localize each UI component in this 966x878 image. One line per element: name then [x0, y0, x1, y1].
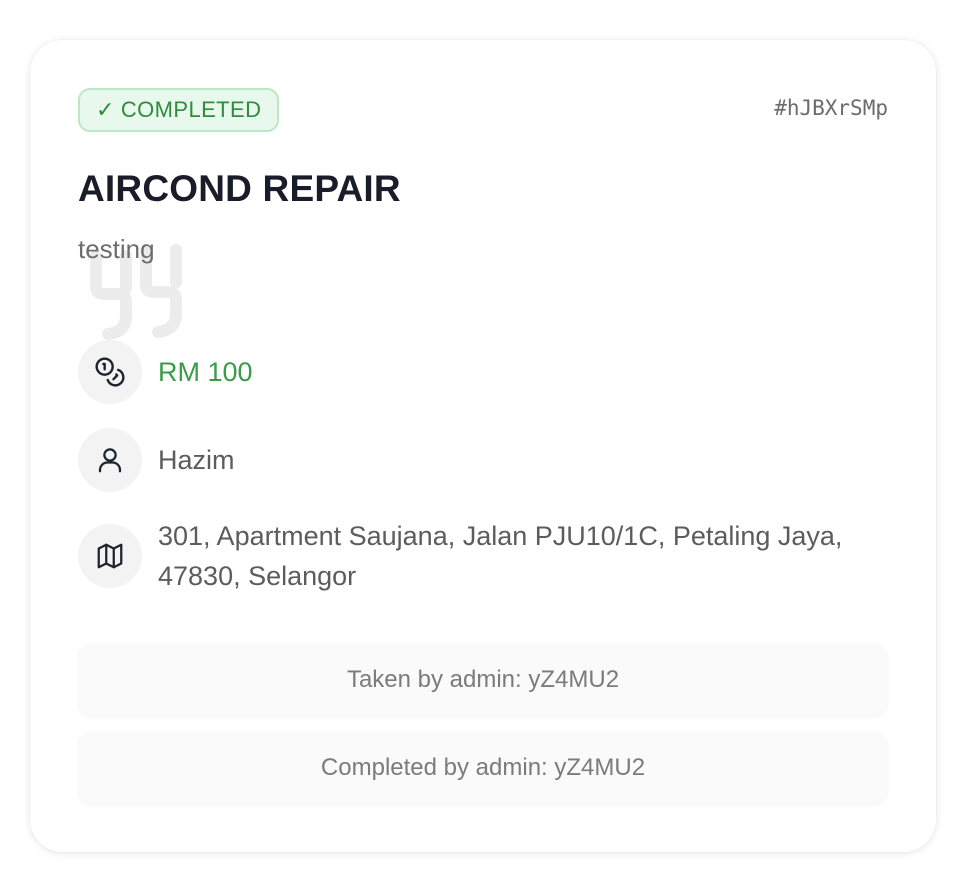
page: ✓ COMPLETED #hJBXrSMp AIRCOND REPAIR tes…: [0, 0, 966, 878]
customer-name: Hazim: [158, 445, 235, 475]
check-icon: ✓: [96, 97, 115, 122]
customer-row: Hazim: [78, 428, 235, 492]
status-badge: ✓ COMPLETED: [78, 88, 280, 132]
job-title: AIRCOND REPAIR: [78, 168, 401, 209]
map-icon: [97, 543, 123, 569]
address-text: 301, Apartment Saujana, Jalan PJU10/1C, …: [158, 521, 843, 591]
job-id: #hJBXrSMp: [774, 96, 888, 120]
address-row: 301, Apartment Saujana, Jalan PJU10/1C, …: [78, 516, 898, 596]
map-icon-wrapper: [78, 524, 142, 588]
job-card: ✓ COMPLETED #hJBXrSMp AIRCOND REPAIR tes…: [30, 40, 936, 852]
coins-icon-wrapper: [78, 340, 142, 404]
job-description: testing: [78, 234, 155, 264]
completed-by-info: Completed by admin: yZ4MU2: [78, 732, 888, 804]
taken-by-info: Taken by admin: yZ4MU2: [78, 644, 888, 716]
user-icon-wrapper: [78, 428, 142, 492]
user-icon: [98, 448, 122, 473]
status-label: COMPLETED: [120, 97, 262, 122]
coins-icon: [95, 357, 125, 387]
price-value: RM 100: [158, 357, 253, 387]
price-row: RM 100: [78, 340, 253, 404]
